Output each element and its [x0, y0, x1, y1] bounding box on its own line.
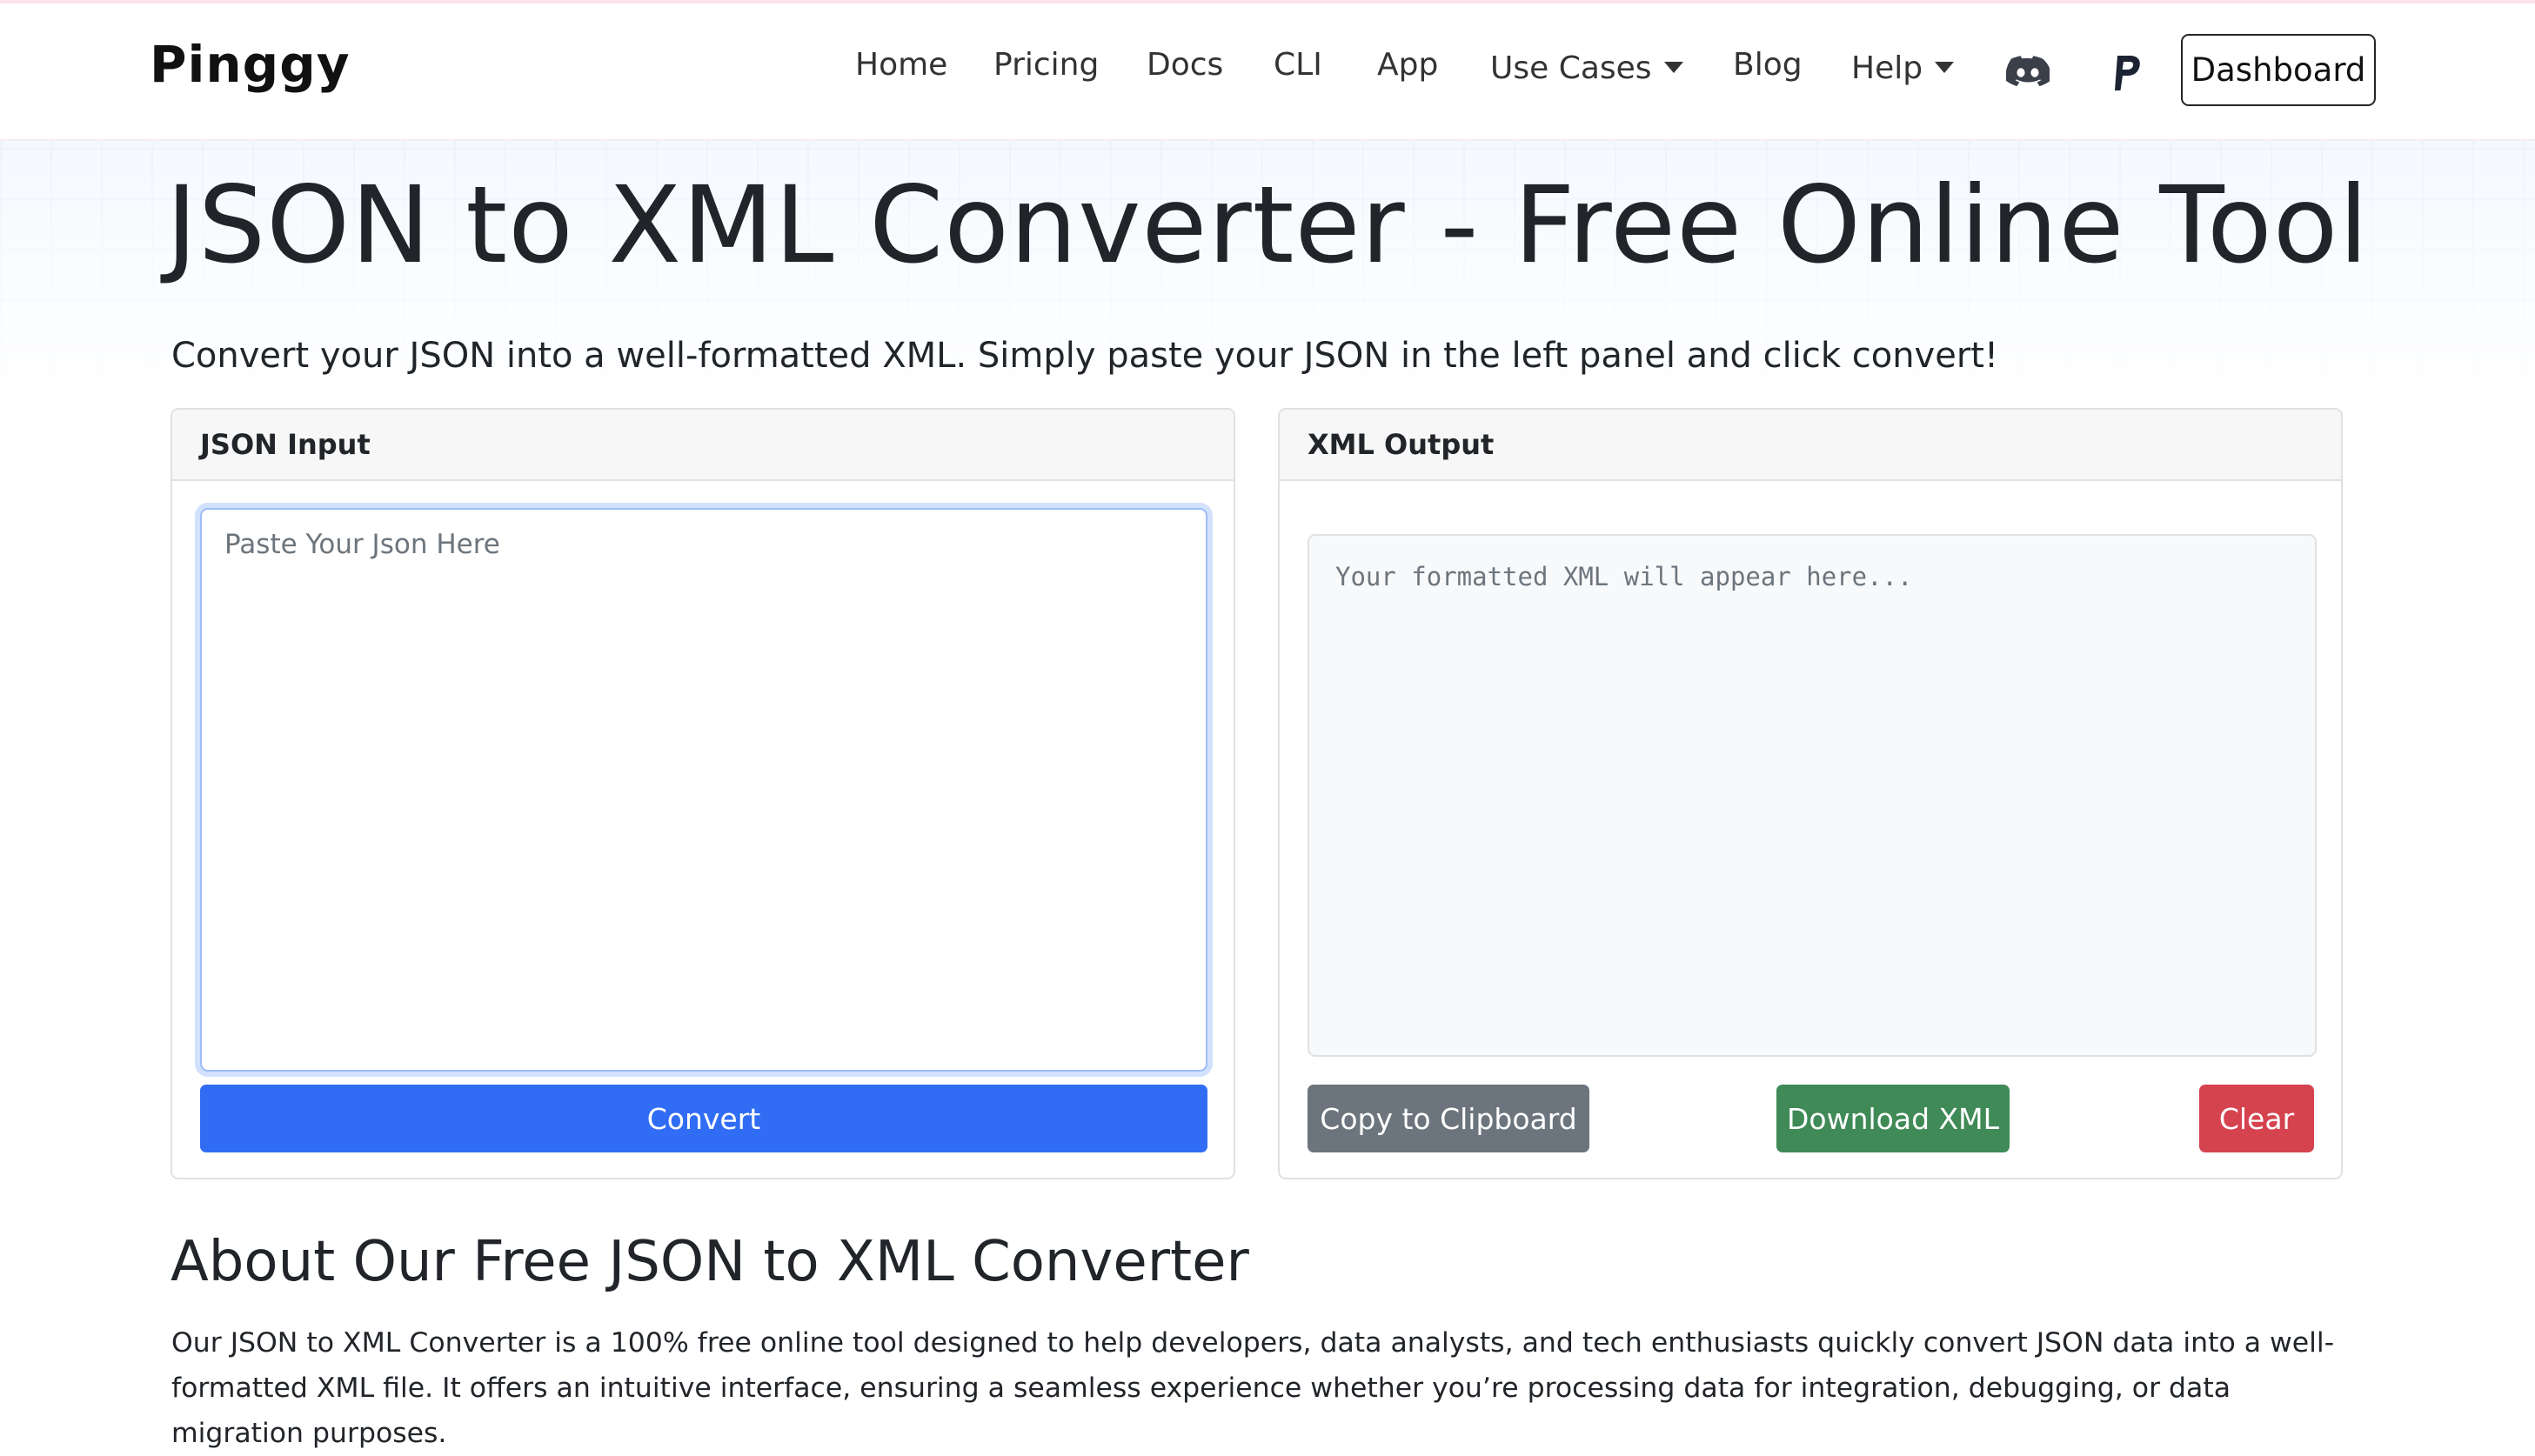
convert-button[interactable]: Convert [200, 1085, 1207, 1152]
chevron-down-icon [1663, 61, 1683, 73]
nav-link-app[interactable]: App [1377, 47, 1438, 83]
about-paragraph: Our JSON to XML Converter is a 100% free… [171, 1327, 2335, 1449]
json-input-card: JSON Input Convert [171, 408, 1235, 1179]
nav-dropdown-help[interactable]: Help [1851, 50, 1955, 86]
dashboard-button[interactable]: Dashboard [2181, 34, 2376, 106]
clear-button[interactable]: Clear [2199, 1085, 2314, 1152]
about-heading: About Our Free JSON to XML Converter [171, 1230, 1249, 1294]
xml-output-card: XML Output Your formatted XML will appea… [1278, 408, 2343, 1179]
json-input-textarea[interactable] [200, 508, 1207, 1072]
navbar: Pinggy Home Pricing Docs CLI App Use Cas… [0, 3, 2535, 141]
download-xml-button[interactable]: Download XML [1776, 1085, 2010, 1152]
nav-link-cli[interactable]: CLI [1274, 47, 1322, 83]
page-title: JSON to XML Converter - Free Online Tool [165, 164, 2370, 287]
copy-to-clipboard-button[interactable]: Copy to Clipboard [1308, 1085, 1589, 1152]
page-description: Convert your JSON into a well-formatted … [171, 336, 1998, 376]
nav-link-pricing[interactable]: Pricing [993, 47, 1099, 83]
nav-link-blog[interactable]: Blog [1733, 47, 1803, 83]
nav-dropdown-label: Use Cases [1490, 50, 1652, 86]
chevron-down-icon [1935, 61, 1955, 73]
xml-output-area[interactable]: Your formatted XML will appear here... [1308, 534, 2317, 1057]
brand-logo[interactable]: Pinggy [150, 35, 351, 94]
nav-link-home[interactable]: Home [855, 47, 947, 83]
paypal-icon[interactable] [2112, 54, 2144, 96]
nav-link-docs[interactable]: Docs [1147, 47, 1223, 83]
xml-output-header: XML Output [1280, 410, 2341, 481]
nav-dropdown-label: Help [1851, 50, 1923, 86]
json-input-header: JSON Input [172, 410, 1234, 481]
nav-dropdown-use-cases[interactable]: Use Cases [1490, 50, 1683, 86]
discord-icon[interactable] [2005, 56, 2051, 92]
